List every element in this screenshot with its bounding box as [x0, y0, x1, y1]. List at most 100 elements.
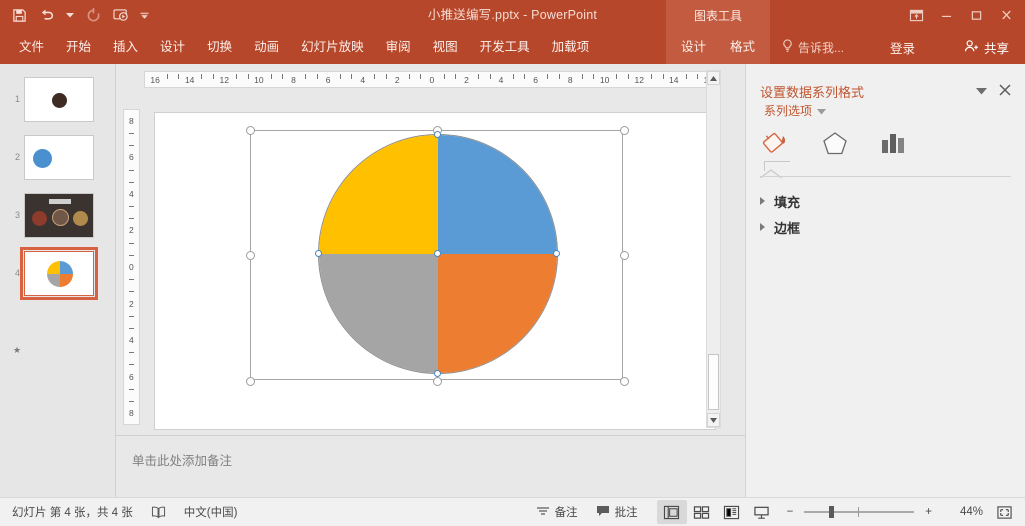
horizontal-ruler[interactable]: 1614121086420246810121416 [144, 71, 720, 88]
format-section-fill[interactable]: 填充 [760, 188, 800, 214]
tab-animations[interactable]: 动画 [243, 30, 290, 64]
notes-pane[interactable]: 单击此处添加备注 [116, 435, 745, 497]
tab-home[interactable]: 开始 [55, 30, 102, 64]
pane-close-icon[interactable] [999, 84, 1011, 99]
normal-view-icon[interactable] [656, 500, 687, 524]
ruler-tick-v: 2 [129, 225, 134, 236]
slide-thumbnail-3[interactable] [24, 193, 94, 238]
selection-handle-top-right[interactable] [620, 126, 629, 135]
ruler-minor-mark [581, 74, 583, 79]
notes-placeholder[interactable]: 单击此处添加备注 [132, 450, 232, 469]
ruler-minor-mark [201, 74, 203, 79]
selection-handle-top-left[interactable] [246, 126, 255, 135]
fit-to-window-icon[interactable] [989, 500, 1019, 524]
zoom-in-button[interactable]: + [921, 498, 936, 526]
zoom-slider-track[interactable] [804, 506, 915, 518]
format-pane-subtitle-dropdown[interactable]: 系列选项 [764, 102, 827, 119]
close-icon[interactable] [991, 2, 1021, 28]
maximize-icon[interactable] [961, 2, 991, 28]
series-options-chart-icon[interactable] [874, 126, 912, 160]
tab-insert[interactable]: 插入 [102, 30, 149, 64]
reading-view-icon[interactable] [717, 500, 747, 524]
start-slideshow-icon[interactable] [108, 3, 134, 27]
sign-in-button[interactable]: 登录 [884, 30, 921, 64]
scrollbar-thumb[interactable] [708, 354, 719, 410]
tab-chart-design[interactable]: 设计 [671, 30, 716, 64]
format-section-border[interactable]: 边框 [760, 214, 800, 240]
thumb3-avatar-1 [32, 211, 47, 226]
tell-me-label: 告诉我... [798, 40, 845, 55]
tab-file[interactable]: 文件 [8, 30, 55, 64]
zoom-slider-line [804, 511, 915, 513]
tab-chart-format[interactable]: 格式 [720, 30, 765, 64]
ruler-minor-mark [697, 74, 699, 79]
pane-options-chevron-icon[interactable] [976, 84, 987, 98]
zoom-out-button[interactable]: − [783, 498, 798, 526]
tab-transitions[interactable]: 切换 [196, 30, 243, 64]
ruler-tick-h: 14 [184, 74, 195, 85]
spell-check-icon[interactable] [142, 498, 175, 526]
effects-pentagon-icon[interactable] [816, 126, 854, 160]
slide-thumbnail-pane[interactable]: 1 2 3 ★ 4 [0, 64, 116, 497]
series-point-handle-center[interactable] [434, 250, 441, 257]
selection-handle-middle-left[interactable] [246, 251, 255, 260]
ruler-minor-mark [129, 145, 134, 147]
tab-addins[interactable]: 加载项 [541, 30, 601, 64]
ruler-minor-mark [129, 327, 134, 329]
tab-view[interactable]: 视图 [422, 30, 469, 64]
slide-canvas[interactable] [154, 112, 716, 430]
ruler-tick-v: 0 [129, 262, 134, 272]
ruler-minor-mark [129, 133, 134, 135]
ruler-tick-h: 4 [360, 74, 366, 85]
ruler-tick-h: 6 [325, 74, 331, 85]
format-pane-divider [760, 176, 1011, 177]
comments-toggle-button[interactable]: 批注 [587, 498, 647, 526]
slide-thumbnail-2[interactable] [24, 135, 94, 180]
tab-review[interactable]: 审阅 [375, 30, 422, 64]
ribbon-display-options-icon[interactable] [901, 2, 931, 28]
ruler-minor-mark [443, 74, 445, 79]
ruler-tick-h: 14 [669, 74, 679, 85]
fill-bucket-icon[interactable] [758, 126, 796, 160]
customize-qat-icon[interactable] [136, 3, 152, 27]
tab-developer[interactable]: 开发工具 [469, 30, 541, 64]
slide-vertical-scrollbar[interactable] [706, 70, 721, 428]
zoom-level-label[interactable]: 44% [943, 506, 983, 518]
tab-design[interactable]: 设计 [149, 30, 196, 64]
selection-handle-middle-right[interactable] [620, 251, 629, 260]
selection-handle-bottom-right[interactable] [620, 377, 629, 386]
scroll-down-icon[interactable] [707, 413, 720, 427]
selection-handle-bottom-center[interactable] [433, 377, 442, 386]
series-point-handle-top[interactable] [434, 131, 441, 138]
save-icon[interactable] [6, 3, 32, 27]
slide-thumbnail-1[interactable] [24, 77, 94, 122]
series-point-handle-bottom[interactable] [434, 370, 441, 377]
tell-me-box[interactable]: 告诉我... [782, 30, 844, 64]
series-point-handle-left[interactable] [315, 250, 322, 257]
slideshow-view-icon[interactable] [747, 500, 777, 524]
expand-triangle-icon [760, 197, 765, 205]
vertical-ruler[interactable]: 8 6 4 2 0 2 4 6 8 [123, 109, 140, 425]
slide-sorter-icon[interactable] [687, 500, 717, 524]
ruler-minor-mark [455, 74, 457, 79]
language-indicator[interactable]: 中文(中国) [175, 498, 247, 526]
series-point-handle-right[interactable] [553, 250, 560, 257]
redo-icon[interactable] [80, 3, 106, 27]
notes-toggle-button[interactable]: 备注 [527, 498, 587, 526]
slide-canvas-wrap [144, 94, 720, 430]
ruler-minor-mark [213, 74, 214, 79]
chart-selection-frame[interactable] [246, 126, 629, 386]
slide-number-2: 2 [14, 152, 20, 162]
undo-dropdown-icon[interactable] [62, 3, 78, 27]
ruler-tick-h: 10 [599, 74, 610, 85]
undo-icon[interactable] [34, 3, 60, 27]
share-button[interactable]: 共享 [956, 34, 1017, 60]
scroll-up-icon[interactable] [707, 71, 720, 85]
selection-handle-bottom-left[interactable] [246, 377, 255, 386]
zoom-slider-knob[interactable] [829, 506, 835, 518]
tab-slideshow[interactable]: 幻灯片放映 [290, 30, 375, 64]
slide-thumbnail-4[interactable] [20, 247, 98, 300]
minimize-icon[interactable] [931, 2, 961, 28]
ruler-tick-h: 8 [567, 74, 573, 85]
ruler-minor-mark [129, 291, 134, 293]
